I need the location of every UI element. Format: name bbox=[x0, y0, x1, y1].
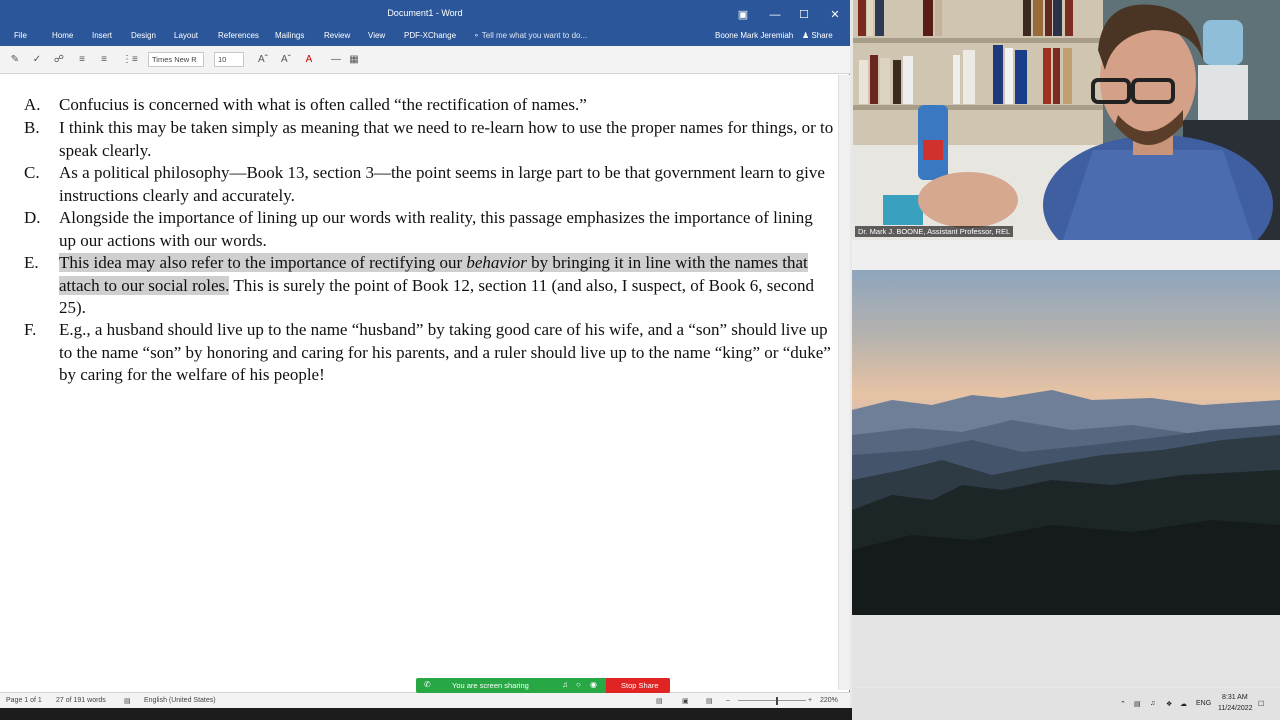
shield-icon: ◉ bbox=[590, 680, 597, 689]
word-count[interactable]: 27 of 191 words bbox=[56, 697, 106, 704]
align-center-icon[interactable]: ≡ bbox=[75, 54, 89, 66]
maximize-icon[interactable]: ☐ bbox=[790, 6, 818, 24]
zoom-in-icon[interactable]: + bbox=[808, 697, 812, 704]
status-bar: Page 1 of 1 27 of 191 words ▤ English (U… bbox=[0, 692, 850, 708]
list-letter: B. bbox=[24, 118, 40, 137]
video-gap bbox=[852, 615, 1280, 687]
align-justify-icon[interactable]: ≡ bbox=[97, 54, 111, 66]
list-letter: C. bbox=[24, 163, 40, 182]
language[interactable]: English (United States) bbox=[144, 697, 216, 704]
word-window: Document1 - Word ▣ — ☐ ✕ File Home Inser… bbox=[0, 0, 850, 708]
participant-name-tag: Dr. Mark J. BOONE, Assistant Professor, … bbox=[855, 226, 1014, 237]
zoom-slider-thumb[interactable] bbox=[776, 697, 778, 705]
tab-insert[interactable]: Insert bbox=[92, 31, 112, 40]
tell-me-text: Tell me what you want to do... bbox=[481, 31, 588, 40]
list-letter: E. bbox=[24, 253, 39, 272]
list-text: As a political philosophy—Book 13, secti… bbox=[59, 163, 825, 205]
tab-design[interactable]: Design bbox=[131, 31, 156, 40]
ribbon-display-options-icon[interactable]: ▣ bbox=[729, 6, 757, 24]
landscape-video bbox=[852, 270, 1280, 615]
stop-share-label: Stop Share bbox=[621, 681, 659, 690]
list-text: E.g., a husband should live up to the na… bbox=[59, 320, 831, 384]
list-letter: F. bbox=[24, 320, 37, 339]
web-layout-icon[interactable]: ▤ bbox=[706, 697, 713, 705]
zoom-out-icon[interactable]: – bbox=[726, 697, 730, 704]
notifications-icon[interactable]: ☐ bbox=[1258, 700, 1264, 708]
tab-review[interactable]: Review bbox=[324, 31, 350, 40]
table-icon[interactable]: ▦ bbox=[347, 54, 361, 66]
print-layout-icon[interactable]: ▣ bbox=[682, 697, 689, 705]
link-icon[interactable]: ☍ bbox=[52, 54, 66, 66]
zoom-level[interactable]: 220% bbox=[820, 697, 838, 704]
tab-home[interactable]: Home bbox=[52, 31, 73, 40]
format-painter-icon[interactable]: ✎ bbox=[8, 54, 22, 66]
onedrive-icon[interactable]: ☁ bbox=[1180, 700, 1187, 708]
video-gap bbox=[852, 240, 1280, 270]
list-text: This idea may also refer to the importan… bbox=[59, 252, 834, 320]
quick-toolbar: ✎ ✓ ☍ ≡ ≡ ⋮≡ Times New R 10 Aˆ Aˇ A ― ▦ bbox=[0, 46, 850, 74]
font-name-box[interactable]: Times New R bbox=[148, 52, 204, 67]
audio-icon[interactable]: ♫ bbox=[562, 680, 568, 689]
network-icon[interactable]: ▤ bbox=[1134, 700, 1141, 708]
input-language[interactable]: ENG bbox=[1196, 700, 1211, 707]
document-title: Document1 - Word bbox=[387, 8, 463, 18]
tab-layout[interactable]: Layout bbox=[174, 31, 198, 40]
strikethrough-icon[interactable]: ― bbox=[329, 54, 343, 66]
page-count[interactable]: Page 1 of 1 bbox=[6, 697, 42, 704]
font-size-box[interactable]: 10 bbox=[214, 52, 244, 67]
screen-share-bar: ✆ You are screen sharing ♫ ○ ◉ Stop Shar… bbox=[416, 678, 670, 693]
pause-icon[interactable]: ○ bbox=[576, 680, 581, 689]
vertical-scrollbar[interactable] bbox=[838, 75, 850, 690]
zoom-slider[interactable] bbox=[738, 700, 806, 701]
mountain-scene bbox=[852, 390, 1280, 615]
system-tray: ⌃ ▤ ♫ ❖ ☁ ENG 8:31 AM 11/24/2022 ☐ bbox=[852, 688, 1280, 720]
proofing-icon[interactable]: ▤ bbox=[124, 697, 131, 705]
font-color-icon[interactable]: A bbox=[302, 54, 316, 66]
tab-mailings[interactable]: Mailings bbox=[275, 31, 304, 40]
close-icon[interactable]: ✕ bbox=[821, 6, 849, 24]
title-bar: Document1 - Word ▣ — ☐ ✕ bbox=[0, 4, 850, 26]
stop-share-button[interactable]: Stop Share bbox=[606, 678, 670, 693]
screen-share-message: You are screen sharing bbox=[452, 681, 529, 690]
person-icon: ♟ bbox=[802, 31, 810, 40]
shrink-font-icon[interactable]: Aˇ bbox=[279, 54, 293, 66]
italic-word: behavior bbox=[466, 253, 527, 272]
list-text: Confucius is concerned with what is ofte… bbox=[59, 95, 587, 114]
clock-date[interactable]: 11/24/2022 bbox=[1218, 705, 1253, 712]
list-text: I think this may be taken simply as mean… bbox=[59, 118, 834, 160]
clock-time[interactable]: 8:31 AM bbox=[1222, 694, 1248, 701]
user-name[interactable]: Boone Mark Jeremiah bbox=[715, 31, 793, 40]
list-letter: D. bbox=[24, 208, 41, 227]
chevron-up-icon[interactable]: ⌃ bbox=[1120, 700, 1126, 708]
volume-icon[interactable]: ♫ bbox=[1150, 700, 1155, 707]
lightbulb-icon: ⚬ bbox=[473, 31, 480, 40]
tell-me-search[interactable]: ⚬ Tell me what you want to do... bbox=[473, 31, 587, 40]
minimize-icon[interactable]: — bbox=[761, 6, 789, 24]
spelling-icon[interactable]: ✓ bbox=[30, 54, 44, 66]
selected-text-part: This idea may also refer to the importan… bbox=[59, 253, 467, 272]
share-label: Share bbox=[811, 31, 833, 40]
tab-references[interactable]: References bbox=[218, 31, 259, 40]
share-button[interactable]: ♟ Share bbox=[802, 31, 833, 40]
dropbox-icon[interactable]: ❖ bbox=[1166, 700, 1172, 708]
list-letter: A. bbox=[24, 95, 41, 114]
ribbon-tabs: File Home Insert Design Layout Reference… bbox=[0, 26, 850, 46]
bullet-list-icon[interactable]: ⋮≡ bbox=[122, 54, 138, 66]
webcam-scene bbox=[853, 0, 1280, 240]
tab-view[interactable]: View bbox=[368, 31, 385, 40]
tab-file[interactable]: File bbox=[14, 31, 27, 40]
screen: Document1 - Word ▣ — ☐ ✕ File Home Inser… bbox=[0, 0, 1280, 720]
list-text: Alongside the importance of lining up ou… bbox=[59, 208, 813, 250]
grow-font-icon[interactable]: Aˆ bbox=[256, 54, 270, 66]
tab-pdf-xchange[interactable]: PDF-XChange bbox=[404, 31, 456, 40]
phone-icon: ✆ bbox=[424, 680, 431, 689]
webcam-video: Dr. Mark J. BOONE, Assistant Professor, … bbox=[853, 0, 1280, 240]
read-mode-icon[interactable]: ▤ bbox=[656, 697, 663, 705]
